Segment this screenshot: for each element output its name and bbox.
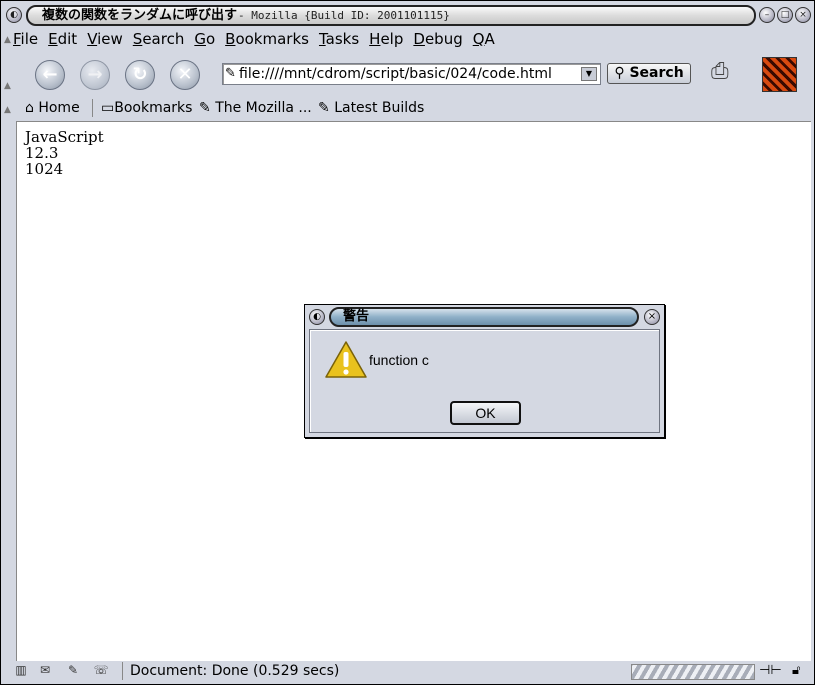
dialog-close-icon[interactable]: × xyxy=(644,309,660,325)
menu-bar: File Edit View Search Go Bookmarks Tasks… xyxy=(13,29,505,49)
mail-icon[interactable]: ✉ xyxy=(37,663,53,678)
url-dropdown-icon[interactable]: ▼ xyxy=(581,67,597,81)
warning-icon xyxy=(325,341,367,378)
navigator-icon[interactable]: ▥ xyxy=(13,663,29,678)
reload-icon[interactable]: ↻ xyxy=(125,60,155,90)
home-label: Home xyxy=(38,100,80,116)
alert-dialog: ◐ 警告 × function c OK xyxy=(304,304,665,438)
ok-button[interactable]: OK xyxy=(450,401,521,425)
lock-icon[interactable]: 🔓︎ xyxy=(792,663,800,679)
mozilla-bookmark-label: The Mozilla ... xyxy=(215,100,312,116)
title-pill[interactable]: 複数の関数をランダムに呼び出す - Mozilla {Build ID: 200… xyxy=(26,5,756,26)
latest-builds-label: Latest Builds xyxy=(334,100,425,116)
dialog-title-bar[interactable]: 警告 xyxy=(329,307,639,327)
url-input[interactable]: ✎ file:////mnt/cdrom/script/basic/024/co… xyxy=(222,63,601,85)
menu-debug[interactable]: Debug xyxy=(413,29,462,49)
menu-go[interactable]: Go xyxy=(194,29,215,49)
bookmarks-label: Bookmarks xyxy=(114,100,193,116)
window-title: 複数の関数をランダムに呼び出す xyxy=(42,8,238,23)
bookmarks-button[interactable]: ▭Bookmarks xyxy=(101,97,192,119)
online-icon[interactable]: ⊣⊢ xyxy=(759,663,782,679)
menu-qa[interactable]: QA xyxy=(473,29,495,49)
content-line: 12.3 xyxy=(25,144,59,162)
menu-edit[interactable]: Edit xyxy=(48,29,77,49)
home-button[interactable]: ⌂ Home xyxy=(25,97,80,119)
bookmark-icon: ✎ xyxy=(318,100,330,116)
url-text: file:////mnt/cdrom/script/basic/024/code… xyxy=(239,66,552,82)
title-bar[interactable]: ◐ 複数の関数をランダムに呼び出す - Mozilla {Build ID: 2… xyxy=(4,4,811,26)
latest-builds-bookmark[interactable]: ✎ Latest Builds xyxy=(318,97,424,119)
home-icon: ⌂ xyxy=(25,100,34,116)
menu-search[interactable]: Search xyxy=(133,29,185,49)
stop-icon[interactable]: ✕ xyxy=(170,60,200,90)
search-button-label: Search xyxy=(629,65,684,81)
content-line: JavaScript xyxy=(25,128,104,146)
toolbar-separator xyxy=(92,99,93,117)
navigation-toolbar: ← → ↻ ✕ ✎ file:////mnt/cdrom/script/basi… xyxy=(7,53,810,95)
forward-icon[interactable]: → xyxy=(80,60,110,90)
back-icon[interactable]: ← xyxy=(35,60,65,90)
content-line: 1024 xyxy=(25,160,64,178)
menu-file[interactable]: File xyxy=(13,29,38,49)
status-separator xyxy=(122,662,123,680)
maximize-icon[interactable]: □ xyxy=(777,7,793,23)
mozilla-bookmark[interactable]: ✎ The Mozilla ... xyxy=(199,97,312,119)
minimize-icon[interactable]: – xyxy=(759,7,775,23)
status-text: Document: Done (0.529 secs) xyxy=(130,663,340,679)
dialog-message: function c xyxy=(369,352,429,368)
close-icon[interactable]: × xyxy=(795,7,811,23)
print-icon[interactable]: ⎙ xyxy=(711,59,729,84)
composer-icon[interactable]: ✎ xyxy=(65,663,81,678)
menu-help[interactable]: Help xyxy=(369,29,403,49)
personal-toolbar: ⌂ Home ▭Bookmarks ✎ The Mozilla ... ✎ La… xyxy=(7,97,810,119)
menu-tasks[interactable]: Tasks xyxy=(319,29,359,49)
addressbook-icon[interactable]: ☏ xyxy=(93,663,109,678)
browser-window: ◐ 複数の関数をランダムに呼び出す - Mozilla {Build ID: 2… xyxy=(0,0,815,685)
status-bar: ▥ ✉ ✎ ☏ Document: Done (0.529 secs) ⊣⊢ 🔓… xyxy=(7,661,810,682)
folder-icon: ▭ xyxy=(101,100,115,116)
bookmark-icon: ✎ xyxy=(199,100,211,116)
menu-view[interactable]: View xyxy=(87,29,123,49)
menu-bookmarks[interactable]: Bookmarks xyxy=(225,29,309,49)
window-title-suffix: - Mozilla {Build ID: 2001101115} xyxy=(238,9,450,22)
page-icon: ✎ xyxy=(225,66,236,81)
dialog-body: function c OK xyxy=(309,329,660,433)
menubar-grip[interactable]: ▲ xyxy=(4,35,11,45)
progress-bar xyxy=(631,664,755,680)
window-menu-icon[interactable]: ◐ xyxy=(6,7,22,23)
magnifier-icon: ⚲ xyxy=(614,65,625,81)
dialog-title: 警告 xyxy=(343,309,370,324)
dialog-menu-icon[interactable]: ◐ xyxy=(309,309,325,325)
search-button[interactable]: ⚲ Search xyxy=(607,63,691,84)
mozilla-throbber-icon[interactable] xyxy=(762,57,797,92)
